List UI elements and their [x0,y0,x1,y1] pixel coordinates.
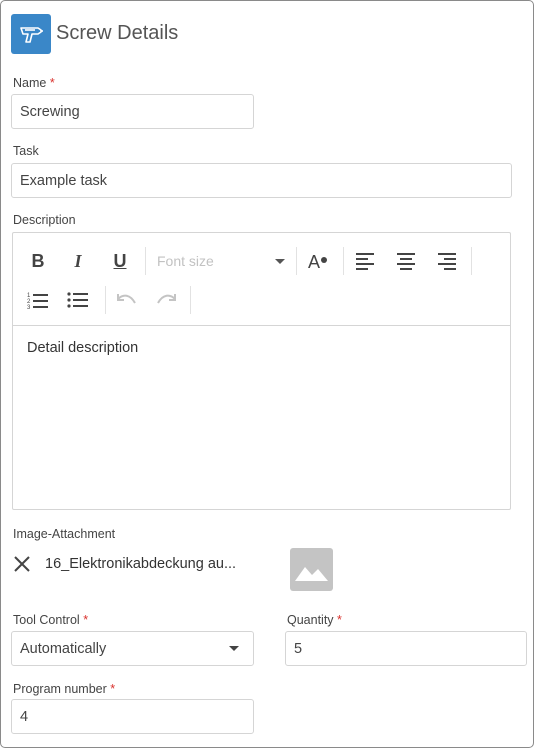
toolbar-separator [471,247,472,275]
image-attachment-label: Image-Attachment [13,527,116,541]
quantity-label-text: Quantity [287,613,334,627]
chevron-down-icon [229,646,239,651]
svg-text:3: 3 [27,305,31,309]
align-center-button[interactable] [392,247,420,275]
toolbar-separator [296,247,297,275]
program-number-field[interactable]: 4 [11,699,254,734]
toolbar-separator [105,286,106,314]
bold-label: B [31,250,45,271]
align-right-button[interactable] [433,247,461,275]
name-value: Screwing [20,103,80,120]
unordered-list-icon [67,292,88,308]
underline-button[interactable]: U [106,247,134,275]
name-label: Name * [13,76,55,90]
font-size-select[interactable]: Font size [157,247,287,275]
page-title: Screw Details [56,22,179,44]
tool-control-select[interactable]: Automatically [11,631,254,666]
description-label: Description [13,213,76,227]
tool-control-label-text: Tool Control [13,613,80,627]
align-left-button[interactable] [351,247,379,275]
name-label-text: Name [13,76,47,90]
attachment-file-name[interactable]: 16_Elektronikabdeckung au... [45,556,236,572]
editor-content[interactable]: Detail description [27,340,138,356]
required-marker: * [337,613,342,627]
toolbar-separator [190,286,191,314]
image-icon [295,566,328,581]
undo-button[interactable] [112,286,140,314]
remove-attachment-button[interactable] [12,554,32,574]
font-size-placeholder: Font size [157,253,214,269]
align-left-icon [356,253,374,270]
unordered-list-button[interactable] [64,286,92,314]
name-field[interactable]: Screwing [11,94,254,129]
image-thumbnail[interactable] [290,548,333,591]
drill-icon [11,14,51,54]
required-marker: * [83,613,89,627]
program-number-label: Program number * [13,682,115,696]
bold-button[interactable]: B [24,247,52,275]
task-field[interactable]: Example task [11,163,512,198]
underline-label: U [113,250,127,271]
close-icon [14,556,30,572]
redo-button[interactable] [153,286,181,314]
tool-control-value: Automatically [20,640,107,657]
undo-icon [117,294,136,304]
required-marker: * [49,76,55,90]
quantity-field[interactable]: 5 [285,631,527,666]
font-color-icon: A [308,252,327,271]
tool-control-label: Tool Control * [13,613,88,627]
redo-icon [157,294,176,304]
toolbar-separator [343,247,344,275]
chevron-down-icon [275,259,285,264]
program-number-value: 4 [20,708,29,725]
program-number-label-text: Program number [13,682,107,696]
italic-label: I [74,250,82,271]
quantity-value: 5 [294,640,303,657]
task-value: Example task [20,172,108,189]
required-marker: * [110,682,116,696]
align-right-icon [438,253,456,270]
screw-details-panel: Screw Details Name * Screwing Task Examp… [0,0,534,748]
svg-text:A: A [308,252,320,271]
description-editor: B I U Font size A 1 2 3 Detail descripti… [12,232,511,510]
task-label: Task [13,144,39,158]
quantity-label: Quantity * [287,613,342,627]
align-center-icon [397,253,415,270]
toolbar-separator [145,247,146,275]
ordered-list-button[interactable]: 1 2 3 [24,286,52,314]
italic-button[interactable]: I [64,247,92,275]
ordered-list-icon: 1 2 3 [27,293,48,309]
font-color-button[interactable]: A [304,247,332,275]
editor-toolbar: B I U Font size A 1 2 3 [13,233,510,326]
